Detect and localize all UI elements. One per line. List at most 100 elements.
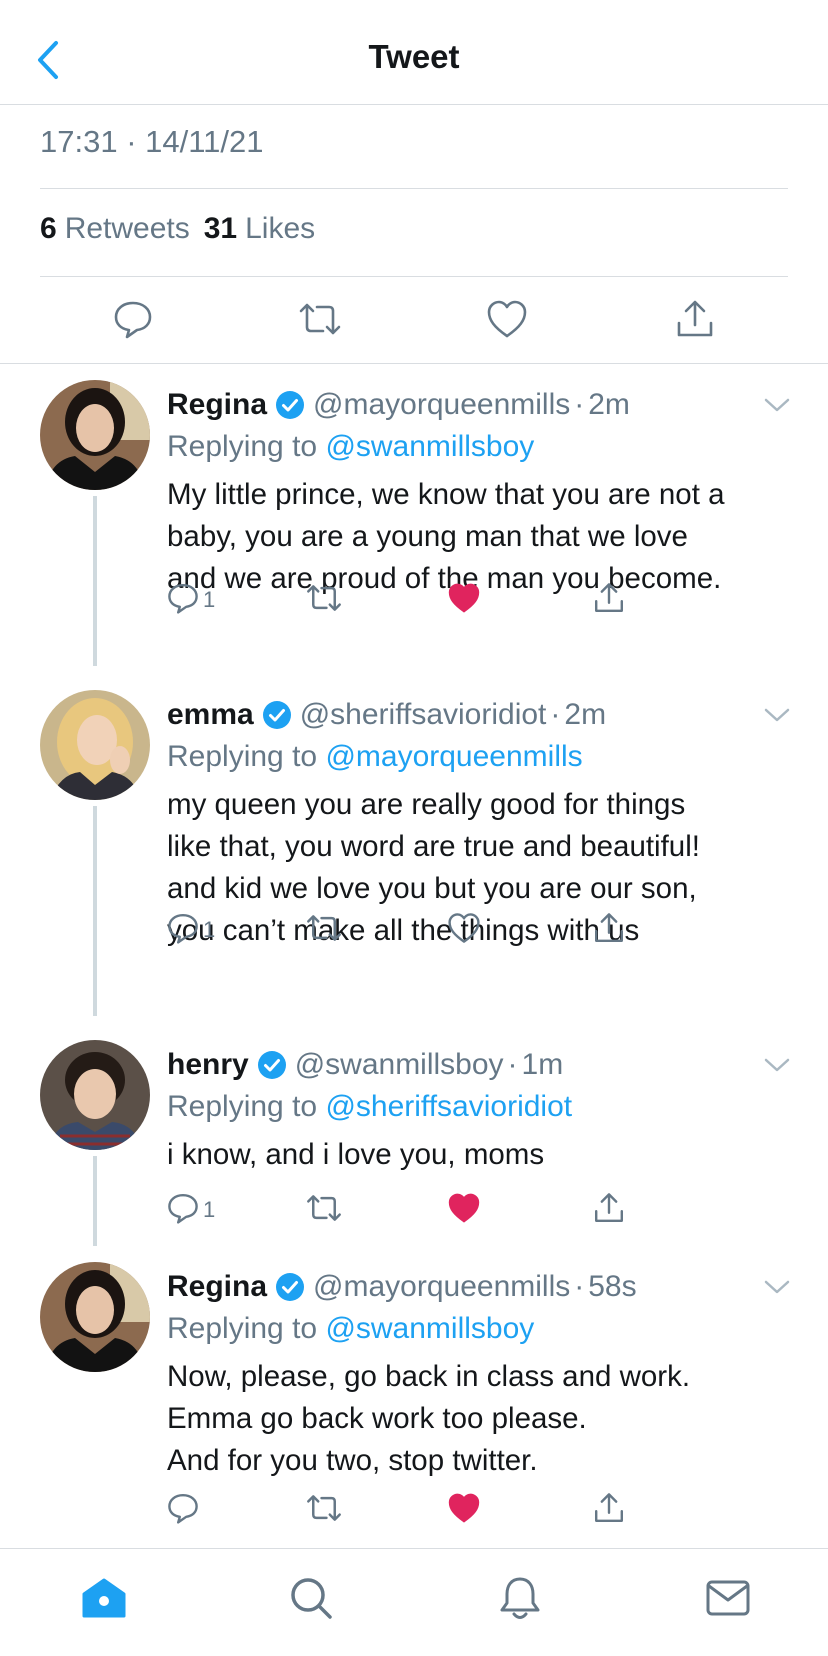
main-action-bar [0,282,828,364]
tweet-text-line: i know, and i love you, moms [167,1138,545,1171]
tweet-text: i know, and i love you, moms [167,1134,797,1176]
tweet-item[interactable]: Regina @mayorqueenmills · 2m Replying to… [0,380,828,670]
tweet-text-line: And for you two, stop twitter. [167,1444,538,1477]
tweet-actions: 1 [167,580,667,620]
retweet-button[interactable] [295,296,345,346]
chevron-down-icon [764,1279,790,1300]
tweet-time: 58s [588,1270,637,1303]
likes-stat[interactable]: 31 Likes [204,212,315,246]
reply-count: 1 [203,587,216,612]
like-button[interactable] [447,1190,481,1230]
replying-prefix: Replying to [167,1312,318,1345]
tweet-menu-button[interactable] [760,1054,794,1080]
like-button[interactable] [447,1490,481,1530]
tweet-item[interactable]: henry @swanmillsboy · 1m Replying to @sh… [0,1040,828,1250]
avatar[interactable] [40,690,150,800]
retweet-icon [305,1493,343,1528]
replying-to: Replying to @swanmillsboy [167,1312,534,1346]
reply-icon [167,582,199,619]
mention-link[interactable]: @mayorqueenmills [325,740,582,773]
display-name[interactable]: Regina [167,1270,267,1304]
reply-button[interactable]: 1 [167,1190,215,1230]
reply-button[interactable]: 1 [167,580,215,620]
retweet-icon [305,1193,343,1228]
retweet-button[interactable] [305,1190,343,1230]
share-button[interactable] [593,910,625,950]
share-button[interactable] [593,1190,625,1230]
avatar[interactable] [40,380,150,490]
tab-search[interactable] [286,1575,336,1625]
share-button[interactable] [593,1490,625,1530]
tweet-item[interactable]: Regina @mayorqueenmills · 58s Replying t… [0,1262,828,1542]
like-icon [447,1492,481,1529]
like-button[interactable] [482,296,532,346]
retweet-button[interactable] [305,1490,343,1530]
thread-line [93,806,97,1016]
tweet-text-line: My little prince, we know that you are n… [167,478,725,511]
thread-line [93,1156,97,1246]
verified-badge-icon [262,700,292,730]
tab-home[interactable] [79,1575,129,1625]
share-icon [593,582,625,619]
tweet-actions: 1 [167,1190,667,1230]
tweet-menu-button[interactable] [760,704,794,730]
page-title: Tweet [368,38,460,75]
avatar[interactable] [40,1040,150,1150]
chevron-down-icon [764,397,790,418]
like-button[interactable] [447,580,481,620]
handle[interactable]: @mayorqueenmills [313,1270,570,1304]
display-name[interactable]: emma [167,698,254,732]
replying-to: Replying to @swanmillsboy [167,430,534,464]
bottom-tab-bar [0,1548,828,1656]
retweet-icon [305,913,343,948]
retweets-stat[interactable]: 6 Retweets [40,212,190,246]
like-icon [447,1192,481,1229]
separator-dot: · [507,1048,518,1081]
display-name[interactable]: henry [167,1048,249,1082]
mention-link[interactable]: @swanmillsboy [325,1312,534,1345]
mention-link[interactable]: @sheriffsavioridiot [325,1090,572,1123]
like-button[interactable] [447,910,481,950]
tweet-actions [167,1490,667,1530]
handle[interactable]: @mayorqueenmills [313,388,570,422]
reply-count: 1 [203,1197,216,1222]
tweet-header: henry @swanmillsboy · 1m [167,1048,563,1082]
tweet-text-line: baby, you are a young man that we love [167,520,688,553]
tweet-item[interactable]: emma @sheriffsavioridiot · 2m Replying t… [0,690,828,1020]
reply-icon [167,1192,199,1229]
tab-notifications[interactable] [495,1575,545,1625]
retweet-button[interactable] [305,580,343,620]
separator-dot: · [550,698,561,731]
like-icon [486,299,528,344]
share-button[interactable] [670,296,720,346]
reply-button[interactable] [167,1490,203,1530]
reply-icon [167,1492,199,1529]
display-name[interactable]: Regina [167,388,267,422]
handle[interactable]: @swanmillsboy [295,1048,504,1082]
messages-icon [705,1579,751,1622]
retweets-label: Retweets [64,212,190,245]
separator-dot: · [574,1270,585,1303]
handle[interactable]: @sheriffsavioridiot [300,698,547,732]
share-icon [593,1492,625,1529]
tweet-time: 2m [588,388,630,421]
replying-prefix: Replying to [167,740,318,773]
reply-button[interactable]: 1 [167,910,215,950]
tweet-menu-button[interactable] [760,1276,794,1302]
tweet-time: 2m [564,698,607,731]
reply-button[interactable] [108,296,158,346]
separator-dot: · [574,388,585,421]
tweet-text-line: and kid we love you but you are our son, [167,872,697,905]
share-button[interactable] [593,580,625,620]
tweet-menu-button[interactable] [760,394,794,420]
reply-icon [113,299,153,344]
likes-label: Likes [245,212,316,245]
like-icon [447,912,481,949]
tweet-header: emma @sheriffsavioridiot · 2m [167,698,606,732]
mention-link[interactable]: @swanmillsboy [325,430,534,463]
thread-line [93,496,97,666]
likes-count: 31 [203,212,238,245]
avatar[interactable] [40,1262,150,1372]
tab-messages[interactable] [703,1575,753,1625]
retweet-button[interactable] [305,910,343,950]
